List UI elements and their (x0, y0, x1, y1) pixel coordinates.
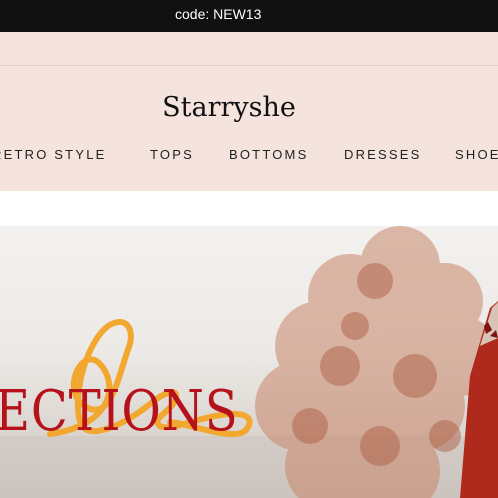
nav-item-bottoms[interactable]: BOTTOMS (229, 147, 308, 162)
site-header: Starryshe RETRO STYLE TOPS BOTTOMS DRESS… (0, 32, 498, 191)
spacer (0, 191, 498, 226)
nav-item-shoes[interactable]: SHOES (455, 147, 498, 162)
hero-background-art (0, 226, 498, 498)
main-nav: RETRO STYLE TOPS BOTTOMS DRESSES SHOES (0, 145, 498, 165)
header-divider (0, 65, 498, 66)
nav-item-tops[interactable]: TOPS (150, 147, 194, 162)
announcement-text: code: NEW13 (175, 6, 262, 22)
brand-logo-link[interactable]: Starryshe (0, 92, 458, 124)
nav-item-dresses[interactable]: DRESSES (344, 147, 422, 162)
header-top-strip (0, 32, 498, 65)
hero-banner[interactable]: LECTIONS (0, 226, 498, 498)
announcement-bar: code: NEW13 (0, 0, 498, 32)
nav-item-retro-style[interactable]: RETRO STYLE (0, 147, 107, 162)
hero-title: LECTIONS (0, 379, 239, 444)
